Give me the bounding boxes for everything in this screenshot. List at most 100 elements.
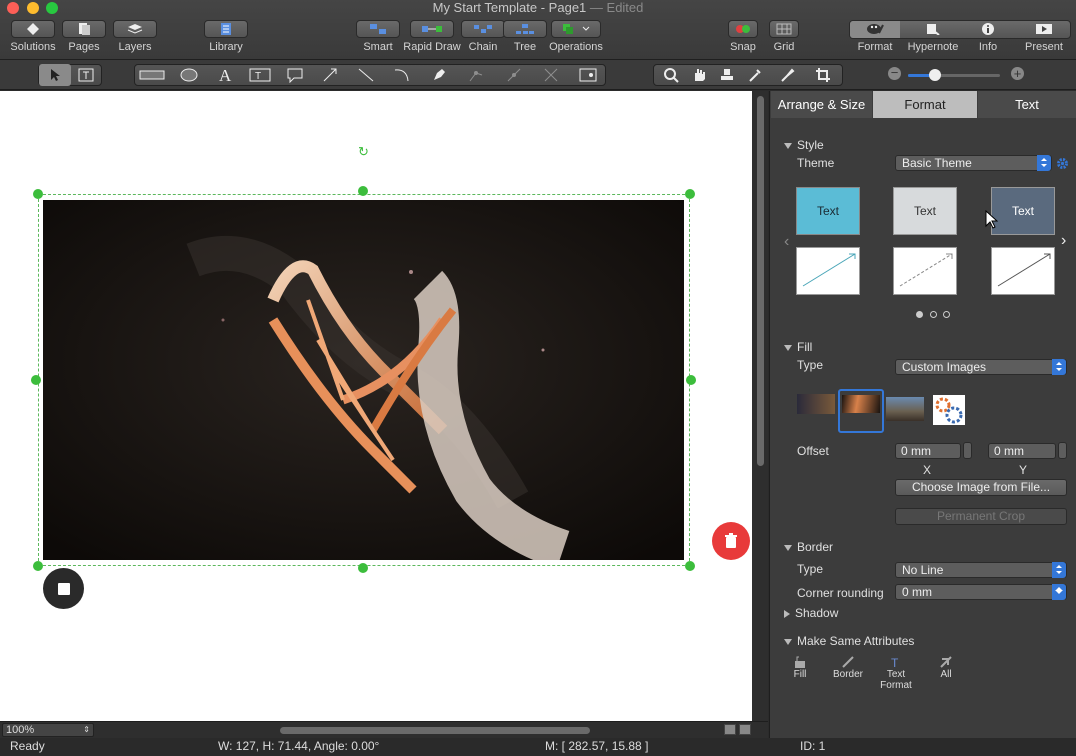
ellipse-tool[interactable]	[173, 64, 205, 86]
resize-handle-top-right[interactable]	[685, 189, 695, 199]
rotate-handle-icon[interactable]: ↻	[358, 144, 369, 160]
resize-handle-bottom[interactable]	[358, 563, 368, 573]
zoom-slider-knob[interactable]	[929, 69, 941, 81]
line-style-swatch-1[interactable]	[796, 247, 860, 295]
style-prev-icon[interactable]: ‹	[784, 233, 789, 251]
fill-image-thumb-gears-icon[interactable]	[933, 395, 965, 425]
operations-button[interactable]: Operations	[548, 20, 604, 53]
page-dot-1[interactable]	[916, 311, 923, 318]
line-style-swatch-3[interactable]	[991, 247, 1055, 295]
style-next-icon[interactable]: ›	[1061, 232, 1066, 250]
line-style-swatch-2[interactable]	[893, 247, 957, 295]
pointer-tool[interactable]	[39, 64, 71, 86]
pages-icon	[62, 20, 106, 38]
tab-arrange-size[interactable]: Arrange & Size	[771, 91, 872, 118]
page-dot-2[interactable]	[930, 311, 937, 318]
pages-button[interactable]: Pages	[62, 20, 106, 53]
make-same-fill-button[interactable]: Fill	[786, 655, 814, 680]
zoom-out-icon[interactable]: −	[888, 66, 901, 80]
offset-x-stepper[interactable]	[963, 442, 972, 459]
resize-handle-left[interactable]	[31, 375, 41, 385]
fill-image-thumb-2-selected[interactable]	[838, 389, 884, 433]
dna-image[interactable]	[43, 200, 684, 560]
hypernote-panel-button[interactable]: Hypernote	[904, 20, 962, 53]
page-dot-3[interactable]	[943, 311, 950, 318]
resize-handle-bottom-left[interactable]	[33, 561, 43, 571]
vertical-scroll-thumb[interactable]	[757, 96, 764, 466]
eyedropper-tool[interactable]	[739, 64, 771, 86]
scissors-tool[interactable]	[535, 64, 567, 86]
present-panel-button[interactable]: Present	[1018, 20, 1070, 53]
make-same-attributes-header[interactable]: Make Same Attributes	[784, 634, 914, 648]
shadow-section-header[interactable]: Shadow	[784, 606, 838, 620]
line-tool[interactable]	[350, 64, 382, 86]
zoom-level-select[interactable]: 100% ⇕	[2, 723, 94, 737]
style-swatch-3[interactable]: Text	[991, 187, 1055, 235]
offset-label: Offset	[797, 444, 829, 458]
make-same-all-button[interactable]: All	[932, 655, 960, 680]
corner-rounding-label: Corner rounding	[797, 586, 884, 600]
info-panel-button[interactable]: Info	[968, 20, 1008, 53]
style-section-header[interactable]: Style	[784, 138, 824, 152]
arrow-line-tool[interactable]	[314, 64, 346, 86]
theme-select[interactable]: Basic Theme	[895, 155, 1052, 171]
fill-section-header[interactable]: Fill	[784, 340, 812, 354]
polyline-tool[interactable]	[498, 64, 530, 86]
format-painter-tool[interactable]	[771, 64, 803, 86]
zoom-in-icon[interactable]: +	[1011, 67, 1024, 80]
offset-y-stepper[interactable]	[1058, 442, 1067, 459]
layers-button[interactable]: Layers	[112, 20, 158, 53]
polyline-icon	[507, 68, 521, 82]
library-button[interactable]: Library	[203, 20, 249, 53]
permanent-crop-button[interactable]: Permanent Crop	[895, 508, 1067, 525]
resize-handle-top-left[interactable]	[33, 189, 43, 199]
stop-recording-button[interactable]	[43, 568, 84, 609]
make-same-border-button[interactable]: Border	[830, 655, 866, 680]
status-mouse-position: M: [ 282.57, 15.88 ]	[545, 739, 649, 753]
make-same-text-format-button[interactable]: T Text Format	[876, 655, 916, 691]
fill-image-thumb-3[interactable]	[886, 397, 924, 421]
view-mode-icon[interactable]	[724, 724, 736, 735]
paintbrush-icon	[781, 68, 795, 82]
delete-button[interactable]	[712, 522, 750, 560]
theme-settings-gear-icon[interactable]	[1056, 157, 1069, 170]
style-swatch-2[interactable]: Text	[893, 187, 957, 235]
fill-image-thumb-1[interactable]	[797, 394, 835, 414]
picture-frame-tool[interactable]	[572, 64, 604, 86]
snap-button[interactable]: Snap	[724, 20, 762, 53]
text-tool[interactable]: A	[209, 64, 241, 86]
text-select-tool[interactable]	[70, 64, 102, 86]
crop-tool[interactable]	[807, 64, 839, 86]
info-icon	[966, 20, 1010, 38]
resize-handle-bottom-right[interactable]	[685, 561, 695, 571]
tab-format[interactable]: Format	[873, 91, 977, 118]
fill-type-select[interactable]: Custom Images	[895, 359, 1067, 375]
border-section-header[interactable]: Border	[784, 540, 833, 554]
resize-handle-right[interactable]	[686, 375, 696, 385]
rapid-draw-button[interactable]: Rapid Draw	[403, 20, 461, 53]
smart-button[interactable]: Smart	[356, 20, 400, 53]
rectangle-tool[interactable]	[136, 64, 168, 86]
choose-image-button[interactable]: Choose Image from File...	[895, 479, 1067, 496]
border-type-select[interactable]: No Line	[895, 562, 1067, 578]
tree-button[interactable]: Tree	[503, 20, 547, 53]
pen-tool[interactable]	[423, 64, 455, 86]
curve-tool[interactable]	[386, 64, 418, 86]
solutions-button[interactable]: Solutions	[8, 20, 58, 53]
resize-handle-top[interactable]	[358, 186, 368, 196]
text-frame-tool[interactable]: T	[244, 64, 276, 86]
grid-button[interactable]: Grid	[766, 20, 802, 53]
offset-x-input[interactable]: 0 mm	[895, 443, 961, 459]
tab-text[interactable]: Text	[978, 91, 1076, 118]
offset-y-input[interactable]: 0 mm	[988, 443, 1056, 459]
offset-y-label: Y	[1019, 463, 1028, 477]
chain-button[interactable]: Chain	[461, 20, 505, 53]
stamp-icon	[721, 69, 733, 80]
callout-tool[interactable]	[279, 64, 311, 86]
style-swatch-1[interactable]: Text	[796, 187, 860, 235]
format-panel-button[interactable]: Format	[850, 20, 900, 53]
fit-page-icon[interactable]	[739, 724, 751, 735]
bezier-tool[interactable]	[460, 64, 492, 86]
corner-rounding-select[interactable]: 0 mm	[895, 584, 1067, 600]
horizontal-scroll-thumb[interactable]	[280, 727, 590, 734]
